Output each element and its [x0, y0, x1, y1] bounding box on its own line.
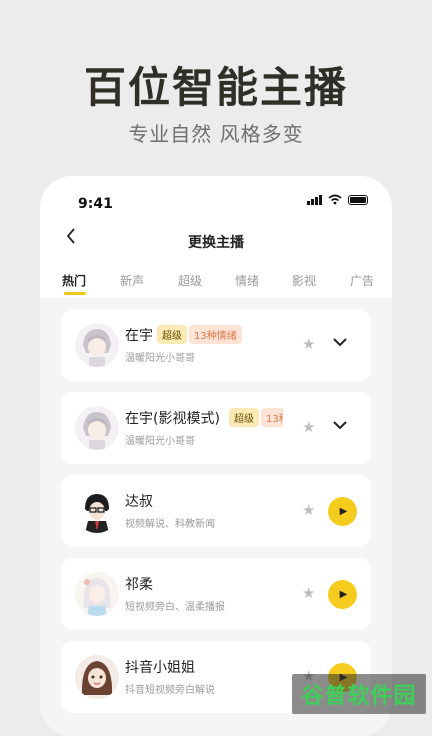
tab-emotion[interactable]: 情绪: [235, 272, 259, 289]
tab-super[interactable]: 超级: [178, 272, 202, 289]
anchor-name: 在宇(影视模式): [125, 411, 220, 427]
badge-group: 超级13种情绪: [229, 407, 283, 427]
anchor-desc: 短视频旁白、温柔播报: [125, 602, 225, 613]
status-time: 9:41: [78, 196, 113, 212]
avatar: [75, 572, 119, 616]
phone-frame: 9:41 更换主播 热门 新声 超级 情绪 影视 广告 在宇 超级 13种情绪 …: [40, 176, 392, 736]
avatar: [75, 323, 119, 367]
chevron-down-icon: [333, 421, 347, 430]
play-icon: ▶: [339, 506, 348, 517]
watermark-logo: 谷普软件园: [292, 674, 426, 714]
tab-hot[interactable]: 热门: [62, 272, 86, 289]
anchor-desc: 抖音短视频旁白解说: [125, 685, 215, 696]
badge-emotions: 13种情绪: [189, 325, 242, 344]
play-icon: ▶: [339, 589, 348, 600]
badge-super: 超级: [157, 325, 187, 344]
avatar: [75, 655, 119, 699]
anchor-card[interactable]: 祁柔 短视频旁白、温柔播报 ★ ▶: [61, 558, 371, 630]
signal-icon: [307, 194, 322, 205]
play-button[interactable]: ▶: [328, 580, 357, 609]
tab-bar: 热门 新声 超级 情绪 影视 广告: [40, 272, 392, 298]
expand-button[interactable]: [333, 418, 347, 434]
battery-icon: [348, 194, 368, 205]
wifi-icon: [328, 194, 342, 205]
anchor-card[interactable]: 在宇 超级 13种情绪 温暖阳光小哥哥 ★: [61, 309, 371, 381]
avatar: [75, 489, 119, 533]
tab-ads[interactable]: 广告: [350, 272, 374, 289]
badge-group: 超级13种情绪: [157, 324, 281, 344]
favorite-star-icon[interactable]: ★: [302, 335, 315, 353]
play-button[interactable]: ▶: [328, 497, 357, 526]
anchor-desc: 视频解说、科教新闻: [125, 519, 215, 530]
anchor-card[interactable]: 达叔 视频解说、科教新闻 ★ ▶: [61, 475, 371, 547]
anchor-name: 达叔: [125, 494, 153, 510]
anchor-desc: 温暖阳光小哥哥: [125, 436, 195, 447]
badge-emotions: 13种情绪: [261, 408, 283, 427]
tab-film[interactable]: 影视: [292, 272, 316, 289]
anchor-name: 祁柔: [125, 577, 153, 593]
anchor-name: 抖音小姐姐: [125, 660, 195, 676]
favorite-star-icon[interactable]: ★: [302, 501, 315, 519]
promo-headline: 百位智能主播: [83, 63, 348, 112]
page-title: 更换主播: [188, 235, 244, 251]
promo-subline: 专业自然 风格多变: [128, 122, 304, 146]
anchor-name: 在宇: [125, 328, 153, 344]
favorite-star-icon[interactable]: ★: [302, 418, 315, 436]
anchor-card[interactable]: 在宇(影视模式) 超级13种情绪 温暖阳光小哥哥 ★: [61, 392, 371, 464]
chevron-down-icon: [333, 338, 347, 347]
status-icons: [307, 194, 368, 205]
favorite-star-icon[interactable]: ★: [302, 584, 315, 602]
avatar: [75, 406, 119, 450]
badge-super: 超级: [229, 408, 259, 427]
tab-new-voice[interactable]: 新声: [120, 272, 144, 289]
active-tab-indicator: [64, 292, 86, 295]
expand-button[interactable]: [333, 335, 347, 351]
anchor-desc: 温暖阳光小哥哥: [125, 353, 195, 364]
